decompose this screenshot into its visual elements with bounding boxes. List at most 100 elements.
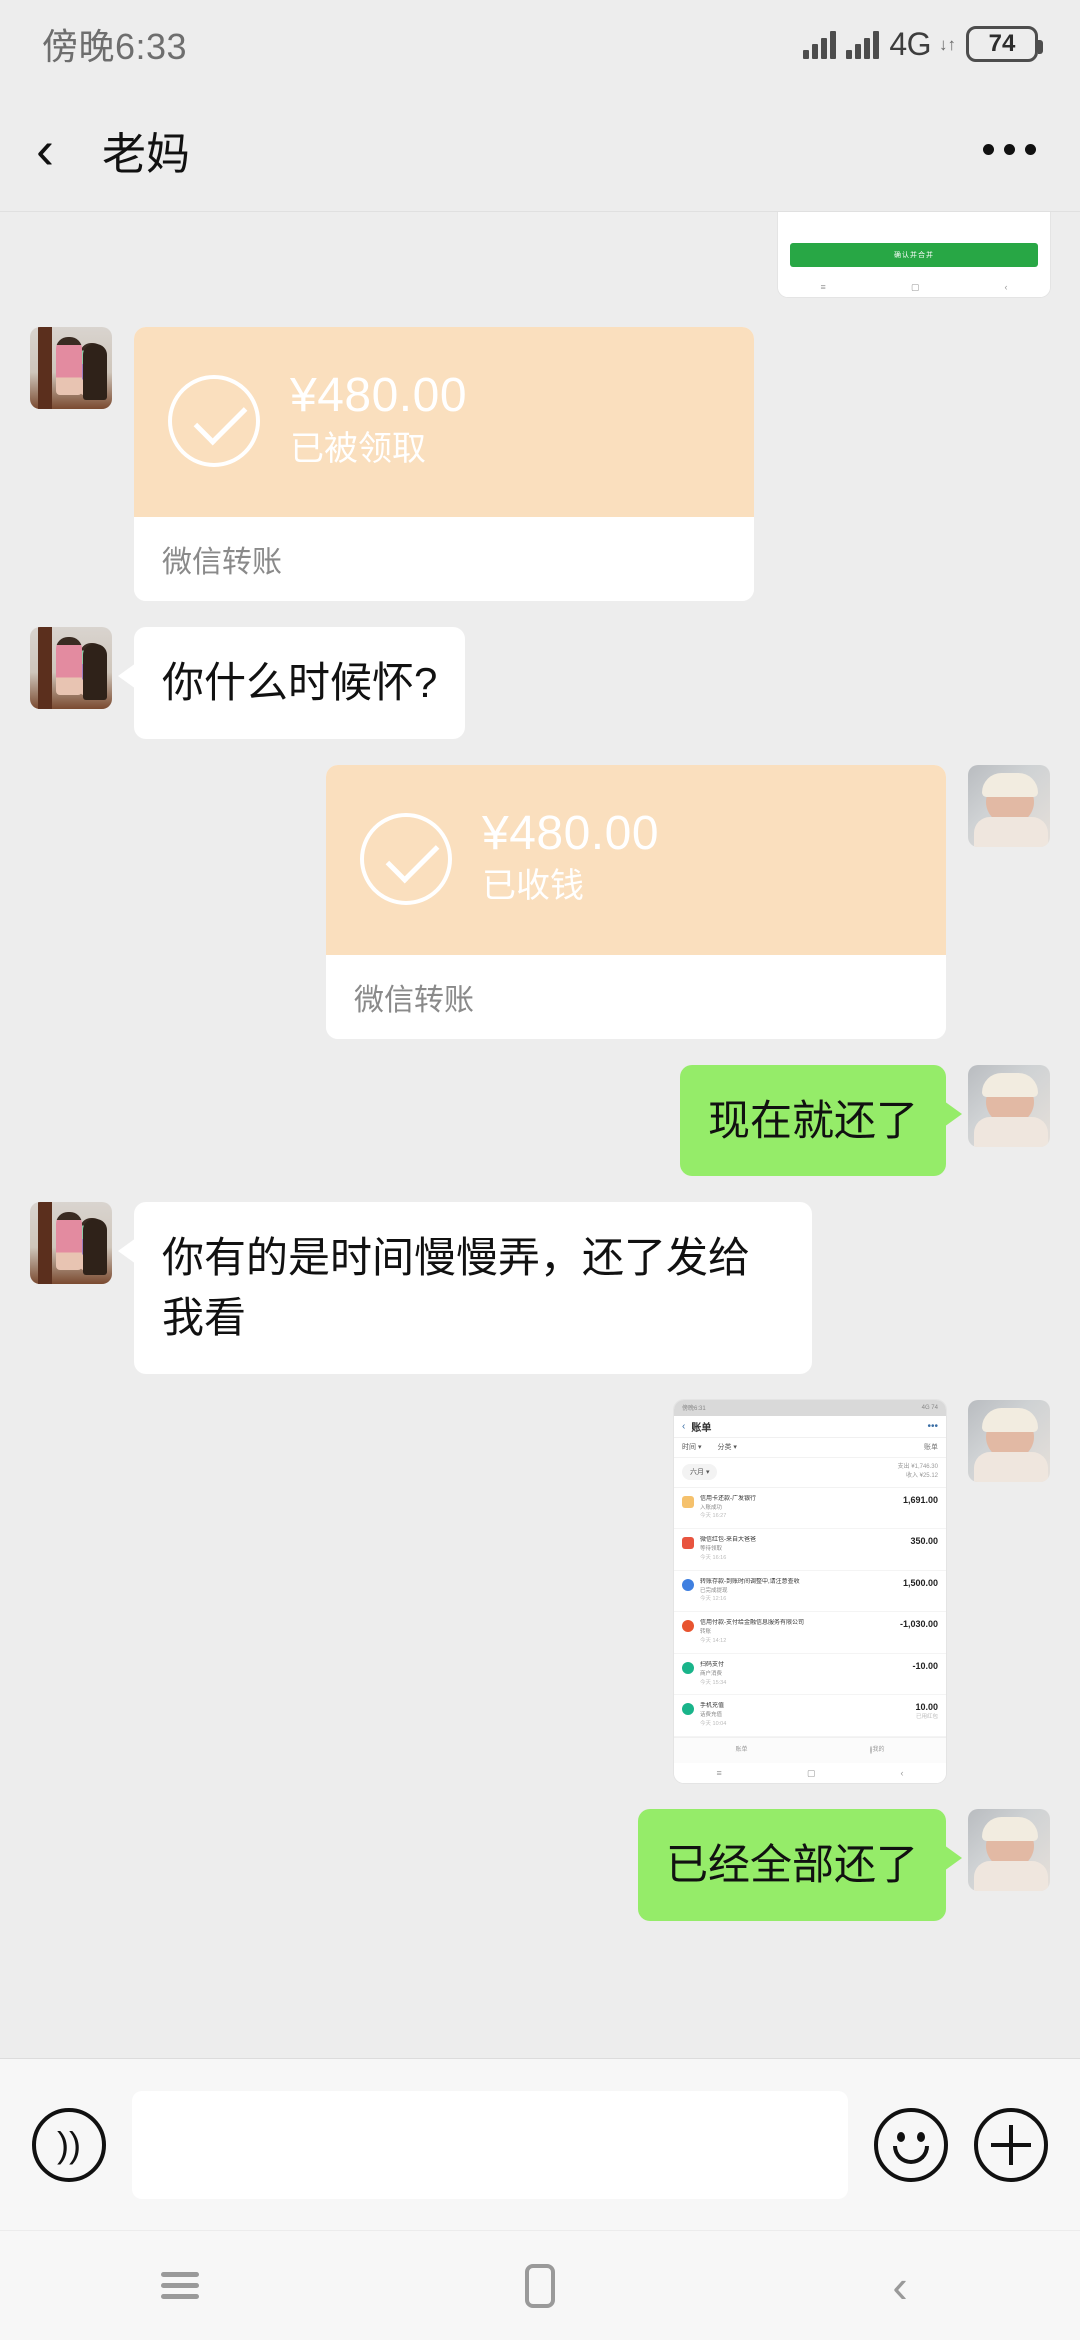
message-row: 已经全部还了	[0, 1809, 1080, 1921]
mini-filter-bar: 时间 ▾ 分类 ▾ 账单	[674, 1438, 946, 1458]
message-bubble[interactable]: 你有的是时间慢慢弄，还了发给我看	[118, 1202, 812, 1374]
item-sub: 商户消费	[700, 1670, 723, 1677]
status-indicators: 4G ↓↑ 74	[803, 26, 1043, 63]
more-options-icon[interactable]	[983, 144, 1036, 155]
item-icon	[682, 1620, 694, 1633]
summary-in: 收入 ¥25.12	[905, 1473, 938, 1479]
mini-status-time: 傍晚6:31	[682, 1406, 706, 1412]
item-amount: 1,691.00	[902, 1494, 938, 1505]
tab-bills-label: 账单	[735, 1746, 748, 1753]
bubble-wrap: ¥480.00 已收钱 微信转账	[326, 764, 968, 1039]
item-sub: 入账成功	[700, 1504, 723, 1511]
transfer-footer-label: 微信转账	[326, 954, 946, 1039]
item-time: 今天 10:04	[700, 1721, 727, 1728]
bubble-wrap: 你有的是时间慢慢弄，还了发给我看	[112, 1202, 812, 1374]
back-icon: ‹	[1004, 282, 1008, 292]
transfer-status: 已被领取	[290, 429, 426, 468]
item-time: 今天 12:16	[700, 1596, 727, 1603]
list-item: 微信红包-来自大爸爸 等待领取 今天 16:16 350.00	[674, 1529, 946, 1571]
home-icon[interactable]	[460, 2231, 620, 2340]
input-actions	[874, 2107, 1048, 2182]
message-bubble[interactable]: 现在就还了	[679, 1064, 963, 1177]
transfer-card[interactable]: ¥480.00 已收钱 微信转账	[326, 764, 946, 1039]
item-amount: 1,500.00	[902, 1577, 938, 1588]
avatar[interactable]	[968, 1064, 1050, 1147]
tab-mine: 我的	[870, 1745, 885, 1755]
item-icon	[682, 1703, 694, 1716]
list-item: 扫码支付 商户消费 今天 15:34 -10.00	[674, 1654, 946, 1696]
list-item: 转账存款-到账时间调整中,请注意查收 已完成提现 今天 12:16 1,500.…	[674, 1571, 946, 1613]
list-item: 信用付款-支付给金融信息服务有限公司 转账 今天 14:12 -1,030.00	[674, 1612, 946, 1654]
mini-summary: 六月 ▾ 支出 ¥1,746.30 收入 ¥25.12	[674, 1457, 946, 1488]
item-icon	[682, 1537, 694, 1550]
avatar[interactable]	[968, 764, 1050, 847]
message-row: 1笔 2019-06-27 1350元 广发银行 确认并合并 ≡ ▢ ‹	[0, 212, 1080, 297]
signal-icon-sim2	[846, 29, 880, 59]
message-row: 你什么时候怀?	[0, 627, 1080, 739]
bubble-wrap: ¥480.00 已被领取 微信转账	[112, 327, 754, 601]
receipt-screenshot[interactable]: 1笔 2019-06-27 1350元 广发银行 确认并合并 ≡ ▢ ‹	[778, 212, 1050, 297]
status-bar: 傍晚6:33 4G ↓↑ 74	[0, 0, 1080, 88]
more-options-icon: •••	[927, 1420, 938, 1432]
message-row: 傍晚6:31 4G 74 ‹ 账单 ••• 时间 ▾ 分类 ▾ 账单 六月 ▾ …	[0, 1399, 1080, 1784]
item-icon	[682, 1578, 694, 1591]
home-icon: ▢	[910, 281, 920, 292]
message-input-bar: ))	[0, 2058, 1080, 2230]
bill-screenshot[interactable]: 傍晚6:31 4G 74 ‹ 账单 ••• 时间 ▾ 分类 ▾ 账单 六月 ▾ …	[674, 1399, 946, 1784]
back-icon[interactable]: ‹	[820, 2231, 980, 2340]
mini-nav-bar: ‹ 账单 •••	[674, 1416, 946, 1438]
system-nav-bar: ‹	[0, 2230, 1080, 2340]
chat-screen: 傍晚6:33 4G ↓↑ 74 ‹ 老妈 1笔 2019-06-27 1350元…	[0, 0, 1080, 2340]
avatar[interactable]	[30, 627, 112, 709]
mini-page-title: 账单	[691, 1422, 712, 1434]
message-bubble[interactable]: 你什么时候怀?	[117, 627, 466, 739]
transfer-amount: ¥480.00	[290, 369, 468, 423]
mini-status-bar: 傍晚6:31 4G 74	[674, 1399, 946, 1416]
filter-category: 分类 ▾	[717, 1444, 737, 1451]
transfer-card-body: ¥480.00 已被领取	[134, 327, 754, 517]
avatar[interactable]	[30, 327, 112, 409]
voice-icon[interactable]: ))	[32, 2107, 106, 2182]
item-title: 信用付款-支付给金融信息服务有限公司	[700, 1620, 804, 1627]
message-bubble[interactable]: 已经全部还了	[637, 1809, 963, 1921]
item-text: 微信红包-来自大爸爸 等待领取 今天 16:16	[700, 1536, 904, 1563]
transfer-card[interactable]: ¥480.00 已被领取 微信转账	[134, 327, 754, 601]
avatar[interactable]	[968, 1399, 1050, 1482]
avatar[interactable]	[30, 1202, 112, 1285]
mini-system-nav: ≡ ▢ ‹	[778, 277, 1050, 297]
item-sub: 转账	[700, 1629, 712, 1636]
transfer-footer-label: 微信转账	[134, 517, 754, 601]
tab-mine-label: 我的	[872, 1746, 885, 1753]
message-list[interactable]: 1笔 2019-06-27 1350元 广发银行 确认并合并 ≡ ▢ ‹	[0, 212, 1080, 2059]
item-amount: 350.00	[910, 1536, 938, 1547]
item-time: 今天 16:16	[700, 1554, 727, 1561]
filter-time: 时间 ▾	[682, 1444, 702, 1451]
item-title: 扫码支付	[700, 1661, 725, 1668]
mini-system-nav: ≡ ▢ ‹	[674, 1763, 946, 1784]
mini-status-indicators: 4G 74	[921, 1404, 938, 1411]
item-title: 微信红包-来自大爸爸	[700, 1537, 756, 1544]
list-item: 信用卡还款-广发银行 入账成功 今天 16:27 1,691.00	[674, 1488, 946, 1530]
item-icon	[682, 1495, 694, 1508]
bubble-wrap: 你什么时候怀?	[112, 627, 466, 739]
item-icon	[682, 1661, 694, 1674]
chat-header: ‹ 老妈	[0, 88, 1080, 212]
list-item: 手机充值 话费充值 今天 10:04 10.00 已用红包	[674, 1695, 946, 1738]
plus-icon[interactable]	[974, 2107, 1048, 2182]
item-sub: 等待领取	[700, 1546, 723, 1553]
filter-right-label: 账单	[924, 1444, 938, 1451]
confirm-button[interactable]: 确认并合并	[790, 243, 1038, 267]
bubble-wrap: 现在就还了	[679, 1064, 968, 1177]
summary-values: 支出 ¥1,746.30 收入 ¥25.12	[898, 1463, 938, 1481]
emoji-icon[interactable]	[874, 2107, 948, 2182]
back-icon[interactable]: ‹	[36, 123, 82, 177]
status-time: 傍晚6:33	[42, 26, 188, 67]
tab-bills: 账单	[735, 1747, 747, 1755]
recents-icon[interactable]	[100, 2231, 260, 2340]
recents-icon: ≡	[820, 282, 826, 292]
item-text: 手机充值 话费充值 今天 10:04	[700, 1702, 909, 1729]
avatar[interactable]	[968, 1809, 1050, 1892]
data-arrows-icon: ↓↑	[939, 34, 956, 54]
check-icon	[360, 812, 452, 905]
message-input[interactable]	[132, 2090, 848, 2199]
